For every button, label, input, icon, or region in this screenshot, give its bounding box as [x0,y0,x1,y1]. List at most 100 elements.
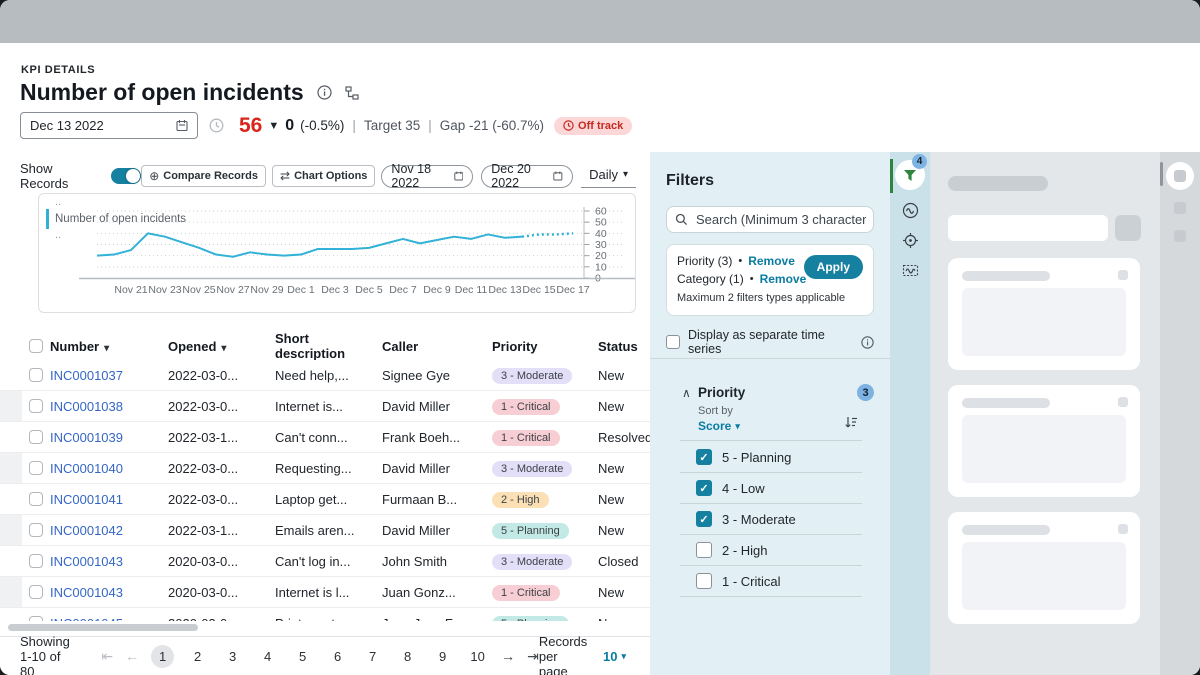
kpi-date-picker[interactable]: Dec 13 2022 [20,112,198,139]
row-checkbox[interactable] [29,430,43,444]
select-all-checkbox[interactable] [29,339,43,353]
chevron-up-icon[interactable]: ∧ [682,386,698,400]
breakdown-hierarchy-icon[interactable] [345,86,360,100]
first-page-icon[interactable]: ⇤ [101,648,113,665]
page-number[interactable]: 6 [326,645,349,668]
row-checkbox[interactable] [29,616,43,621]
show-records-toggle[interactable] [111,168,141,184]
row-checkbox[interactable] [29,492,43,506]
sort-order-icon[interactable] [844,415,859,430]
filter-option[interactable]: 5 - Planning [680,442,862,473]
table-row[interactable]: INC0001042 2022-03-1... Emails aren... D… [0,515,650,546]
column-header[interactable]: Status [598,339,650,354]
table-row[interactable]: INC0001038 2022-03-0... Internet is... D… [0,391,650,422]
priority-section-header[interactable]: ∧ Priority 3 [682,384,874,401]
legend-color-bar [46,209,49,229]
page-number[interactable]: 1 [151,645,174,668]
incident-number-link[interactable]: INC0001043 [50,585,123,600]
sort-value-dropdown[interactable]: Score ▾ [698,419,740,433]
incident-number-link[interactable]: INC0001039 [50,430,123,445]
skeleton-card [948,385,1140,497]
filter-option-checkbox[interactable] [696,449,712,465]
next-page-icon[interactable]: → [501,648,515,664]
row-checkbox[interactable] [29,523,43,537]
table-row[interactable]: INC0001037 2022-03-0... Need help,... Si… [0,360,650,391]
table-header-row: Number Opened Short description Caller P… [0,332,650,361]
filter-option[interactable]: 4 - Low [680,473,862,504]
column-header[interactable]: Caller [382,339,492,354]
filter-option[interactable]: 3 - Moderate [680,504,862,535]
svg-text:Nov 21: Nov 21 [114,284,147,296]
thresholds-rail-button[interactable] [890,262,930,279]
table-row[interactable]: INC0001041 2022-03-0... Laptop get... Fu… [0,484,650,515]
filters-title: Filters [666,172,714,190]
filter-option[interactable]: 1 - Critical [680,566,862,597]
incident-number-link[interactable]: INC0001041 [50,492,123,507]
separator: | [428,118,432,133]
targets-rail-button[interactable] [890,232,930,249]
page-number[interactable]: 2 [186,645,209,668]
svg-text:40: 40 [595,228,607,240]
kpi-current-value[interactable]: 56 [239,114,262,138]
incident-number-link[interactable]: INC0001037 [50,368,123,383]
short-description-cell: Can't conn... [275,430,382,445]
info-icon[interactable] [861,336,874,349]
table-row[interactable]: INC0001045 2020-03-0... Printer not... J… [0,608,650,621]
svg-text:Dec 1: Dec 1 [287,284,315,296]
kpi-date-value: Dec 13 2022 [30,118,104,133]
separate-series-checkbox[interactable] [666,335,680,349]
filters-search[interactable] [666,206,874,233]
legend-overflow-top: .. [55,198,186,207]
page-number[interactable]: 10 [466,645,489,668]
column-header[interactable]: Priority [492,339,598,354]
page-number[interactable]: 9 [431,645,454,668]
page-number[interactable]: 7 [361,645,384,668]
row-checkbox[interactable] [29,554,43,568]
column-header[interactable]: Number [50,339,168,354]
search-input[interactable] [694,211,868,228]
insights-rail-button[interactable] [890,202,930,219]
incident-number-link[interactable]: INC0001042 [50,523,123,538]
filter-option-checkbox[interactable] [696,542,712,558]
filter-option[interactable]: 2 - High [680,535,862,566]
compare-records-button[interactable]: ⊕ Compare Records [141,165,266,187]
caller-cell: Juan Gonz... [382,585,492,600]
column-header[interactable]: Short description [275,331,382,361]
records-per-page-dropdown[interactable]: 10 ▾ [603,649,626,664]
incident-number-link[interactable]: INC0001040 [50,461,123,476]
row-checkbox[interactable] [29,368,43,382]
table-row[interactable]: INC0001043 2020-03-0... Internet is l...… [0,577,650,608]
table-row[interactable]: INC0001039 2022-03-1... Can't conn... Fr… [0,422,650,453]
remove-filter-link[interactable]: Remove [760,272,807,286]
range-start-picker[interactable]: Nov 18 2022 [381,165,473,188]
table-body: INC0001037 2022-03-0... Need help,... Si… [0,360,650,621]
remove-filter-link[interactable]: Remove [748,254,795,268]
page-number[interactable]: 4 [256,645,279,668]
interval-dropdown[interactable]: Daily ▾ [581,165,636,188]
page-number[interactable]: 3 [221,645,244,668]
horizontal-scrollbar[interactable] [8,624,198,631]
row-checkbox[interactable] [29,585,43,599]
table-row[interactable]: INC0001043 2020-03-0... Can't log in... … [0,546,650,577]
prev-page-icon[interactable]: ← [125,648,139,664]
range-end-picker[interactable]: Dec 20 2022 [481,165,573,188]
incident-number-link[interactable]: INC0001038 [50,399,123,414]
column-header[interactable]: Opened [168,339,275,354]
priority-badge: 3 - Moderate [492,461,572,477]
row-checkbox[interactable] [29,399,43,413]
apply-button[interactable]: Apply [804,255,863,279]
filter-option-checkbox[interactable] [696,573,712,589]
incident-number-link[interactable]: INC0001043 [50,554,123,569]
filter-option-checkbox[interactable] [696,511,712,527]
last-page-icon[interactable]: ⇥ [527,648,539,665]
filter-option-checkbox[interactable] [696,480,712,496]
incident-number-link[interactable]: INC0001045 [50,616,123,622]
table-row[interactable]: INC0001040 2022-03-0... Requesting... Da… [0,453,650,484]
chart-options-button[interactable]: ⇄ Chart Options [272,165,375,187]
page-number[interactable]: 5 [291,645,314,668]
page-number[interactable]: 8 [396,645,419,668]
kpi-target: Target 35 [364,118,420,133]
row-checkbox[interactable] [29,461,43,475]
info-icon[interactable] [317,85,332,100]
legend-item[interactable]: Number of open incidents [46,209,186,229]
